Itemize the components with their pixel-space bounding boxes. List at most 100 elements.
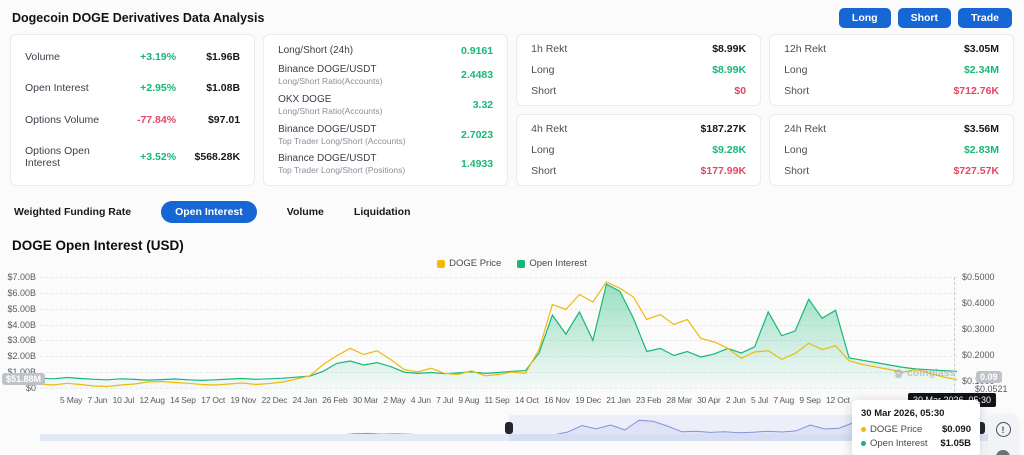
rekt-row: Long $9.28K xyxy=(531,144,746,156)
rekt-column-1: 1h Rekt $8.99K Long $8.99K Short $0 4h Rekt $18… xyxy=(516,34,762,186)
derivatives-dashboard: Dogecoin DOGE Derivatives Data Analysis … xyxy=(0,0,1024,455)
scroll-top-icon[interactable] xyxy=(996,450,1010,455)
rekt-row: Long $2.34M xyxy=(784,64,999,76)
watermark-label: coinglass xyxy=(907,367,956,379)
legend-swatch xyxy=(437,259,446,268)
stats-change: +3.19% xyxy=(140,50,177,63)
left-axis-tick: $6.00B xyxy=(7,287,36,298)
tooltip-series-value: $0.090 xyxy=(941,424,971,435)
ratio-title: Binance DOGE/USDT xyxy=(278,123,377,135)
tab-open-interest[interactable]: Open Interest xyxy=(161,201,257,223)
header-button-trade[interactable]: Trade xyxy=(957,8,1012,28)
rekt-value: $177.99K xyxy=(700,164,747,177)
ratio-row: Binance DOGE/USDT Long/Short Ratio(Accoun… xyxy=(278,64,493,86)
floating-toolbar: ! xyxy=(988,414,1018,455)
rekt-column-2: 12h Rekt $3.05M Long $2.34M Short $712.76K 24h… xyxy=(769,34,1014,186)
ratio-row: Long/Short (24h) 0.9161 xyxy=(278,45,493,57)
rekt-label: Short xyxy=(531,84,557,97)
legend-item-open-interest[interactable]: Open Interest xyxy=(517,258,587,269)
rekt-value: $8.99K xyxy=(712,63,747,76)
rekt-card-24h: 24h Rekt $3.56M Long $2.83M Short $727.57K xyxy=(769,114,1014,186)
ratio-labels: Binance DOGE/USDT Top Trader Long/Short (… xyxy=(278,153,405,175)
legend-item-doge-price[interactable]: DOGE Price xyxy=(437,258,501,269)
rekt-label: 24h Rekt xyxy=(784,123,827,136)
right-axis-tick: $0.2000 xyxy=(962,350,995,360)
tooltip-row: DOGE Price $0.090 xyxy=(861,424,971,435)
tooltip-series-name: DOGE Price xyxy=(870,424,923,435)
x-axis-tick: 9 Sep xyxy=(799,395,821,405)
rekt-label: 4h Rekt xyxy=(531,123,568,136)
ratio-title: Binance DOGE/USDT xyxy=(278,64,377,76)
rekt-row: 4h Rekt $187.27K xyxy=(531,123,746,135)
rekt-value: $0 xyxy=(734,84,747,97)
rekt-row: 24h Rekt $3.56M xyxy=(784,123,999,135)
x-axis-tick: 5 Jul xyxy=(751,395,768,405)
rekt-row: Short $712.76K xyxy=(784,85,999,97)
rekt-row: 1h Rekt $8.99K xyxy=(531,43,746,55)
rekt-value: $712.76K xyxy=(953,84,999,97)
tab-liquidation[interactable]: Liquidation xyxy=(354,201,411,223)
rekt-label: 1h Rekt xyxy=(531,43,568,56)
header-button-long[interactable]: Long xyxy=(838,8,891,28)
stats-value: $1.96B xyxy=(206,50,241,63)
rekt-value: $9.28K xyxy=(712,143,747,156)
rekt-card-12h: 12h Rekt $3.05M Long $2.34M Short $712.76K xyxy=(769,34,1014,106)
legend-swatch xyxy=(517,259,526,268)
left-axis-tick: $5.00B xyxy=(7,303,36,314)
x-axis-tick: 14 Sep xyxy=(170,395,196,405)
ratio-subtitle: Long/Short Ratio(Accounts) xyxy=(278,76,383,87)
ratio-row: OKX DOGE Long/Short Ratio(Accounts) 3.32 xyxy=(278,94,493,116)
chart-series-svg xyxy=(39,281,958,388)
ratio-value: 2.4483 xyxy=(461,69,494,82)
x-axis-tick: 22 Dec xyxy=(261,395,288,405)
chart-legend: DOGE Price Open Interest xyxy=(0,258,1024,269)
left-axis-tick: $7.00B xyxy=(7,272,36,282)
ratio-subtitle: Top Trader Long/Short (Positions) xyxy=(278,165,406,176)
stats-change: +3.52% xyxy=(140,151,177,164)
right-axis-tick: $0.4000 xyxy=(962,298,995,308)
chart-plot[interactable] xyxy=(39,277,958,388)
ratio-title: Long/Short (24h) xyxy=(278,45,354,57)
ratio-labels: Long/Short (24h) xyxy=(278,45,353,56)
rekt-value: $2.83M xyxy=(963,143,999,156)
rekt-label: 12h Rekt xyxy=(784,43,827,56)
rekt-label: Long xyxy=(784,63,808,76)
x-axis-tick: 28 Mar xyxy=(666,395,692,405)
page-title: Dogecoin DOGE Derivatives Data Analysis xyxy=(12,11,265,25)
left-axis-tick: $2.00B xyxy=(7,351,36,362)
tab-weighted-funding-rate[interactable]: Weighted Funding Rate xyxy=(14,201,131,223)
x-axis-tick: 5 May xyxy=(60,395,83,405)
stats-value: $97.01 xyxy=(207,113,241,126)
header-button-short[interactable]: Short xyxy=(897,8,951,28)
x-axis-tick: 11 Sep xyxy=(484,395,510,405)
x-axis-tick: 30 Apr xyxy=(697,395,721,405)
tooltip-row: Open Interest $1.05B xyxy=(861,438,971,449)
ratio-value: 0.9161 xyxy=(461,44,494,57)
ratio-value: 2.7023 xyxy=(461,128,494,141)
x-axis-tick: 12 Aug xyxy=(139,395,165,405)
tooltip-rows: DOGE Price $0.090 Open Interest $1.05B xyxy=(861,424,971,449)
x-axis-tick: 14 Oct xyxy=(514,395,539,405)
rekt-label: Short xyxy=(531,164,557,177)
left-axis-tick: $3.00B xyxy=(7,335,36,346)
crosshair-line xyxy=(954,277,955,407)
x-axis-tick: 21 Jan xyxy=(606,395,631,405)
info-icon[interactable]: ! xyxy=(995,422,1011,437)
navigator-handle-left[interactable] xyxy=(505,422,514,434)
right-axis-tick: $0.5000 xyxy=(962,272,995,282)
x-axis-tick: 7 Jun xyxy=(87,395,108,405)
x-axis-tick: 9 Aug xyxy=(458,395,480,405)
rekt-row: 12h Rekt $3.05M xyxy=(784,43,999,55)
ratio-title: OKX DOGE xyxy=(278,93,332,105)
right-axis-tick: $0.3000 xyxy=(962,324,995,334)
x-axis-tick: 19 Nov xyxy=(230,395,257,405)
rekt-row: Long $8.99K xyxy=(531,64,746,76)
ratio-title: Binance DOGE/USDT xyxy=(278,153,377,165)
tab-volume[interactable]: Volume xyxy=(287,201,324,223)
rekt-value: $2.34M xyxy=(963,63,999,76)
rekt-row: Long $2.83M xyxy=(784,144,999,156)
stats-label: Volume xyxy=(25,50,61,63)
x-axis-tick: 12 Oct xyxy=(825,395,850,405)
x-axis-tick: 16 Nov xyxy=(544,395,570,405)
chart-tabs: Weighted Funding Rate Open Interest Volume… xyxy=(0,186,1024,223)
